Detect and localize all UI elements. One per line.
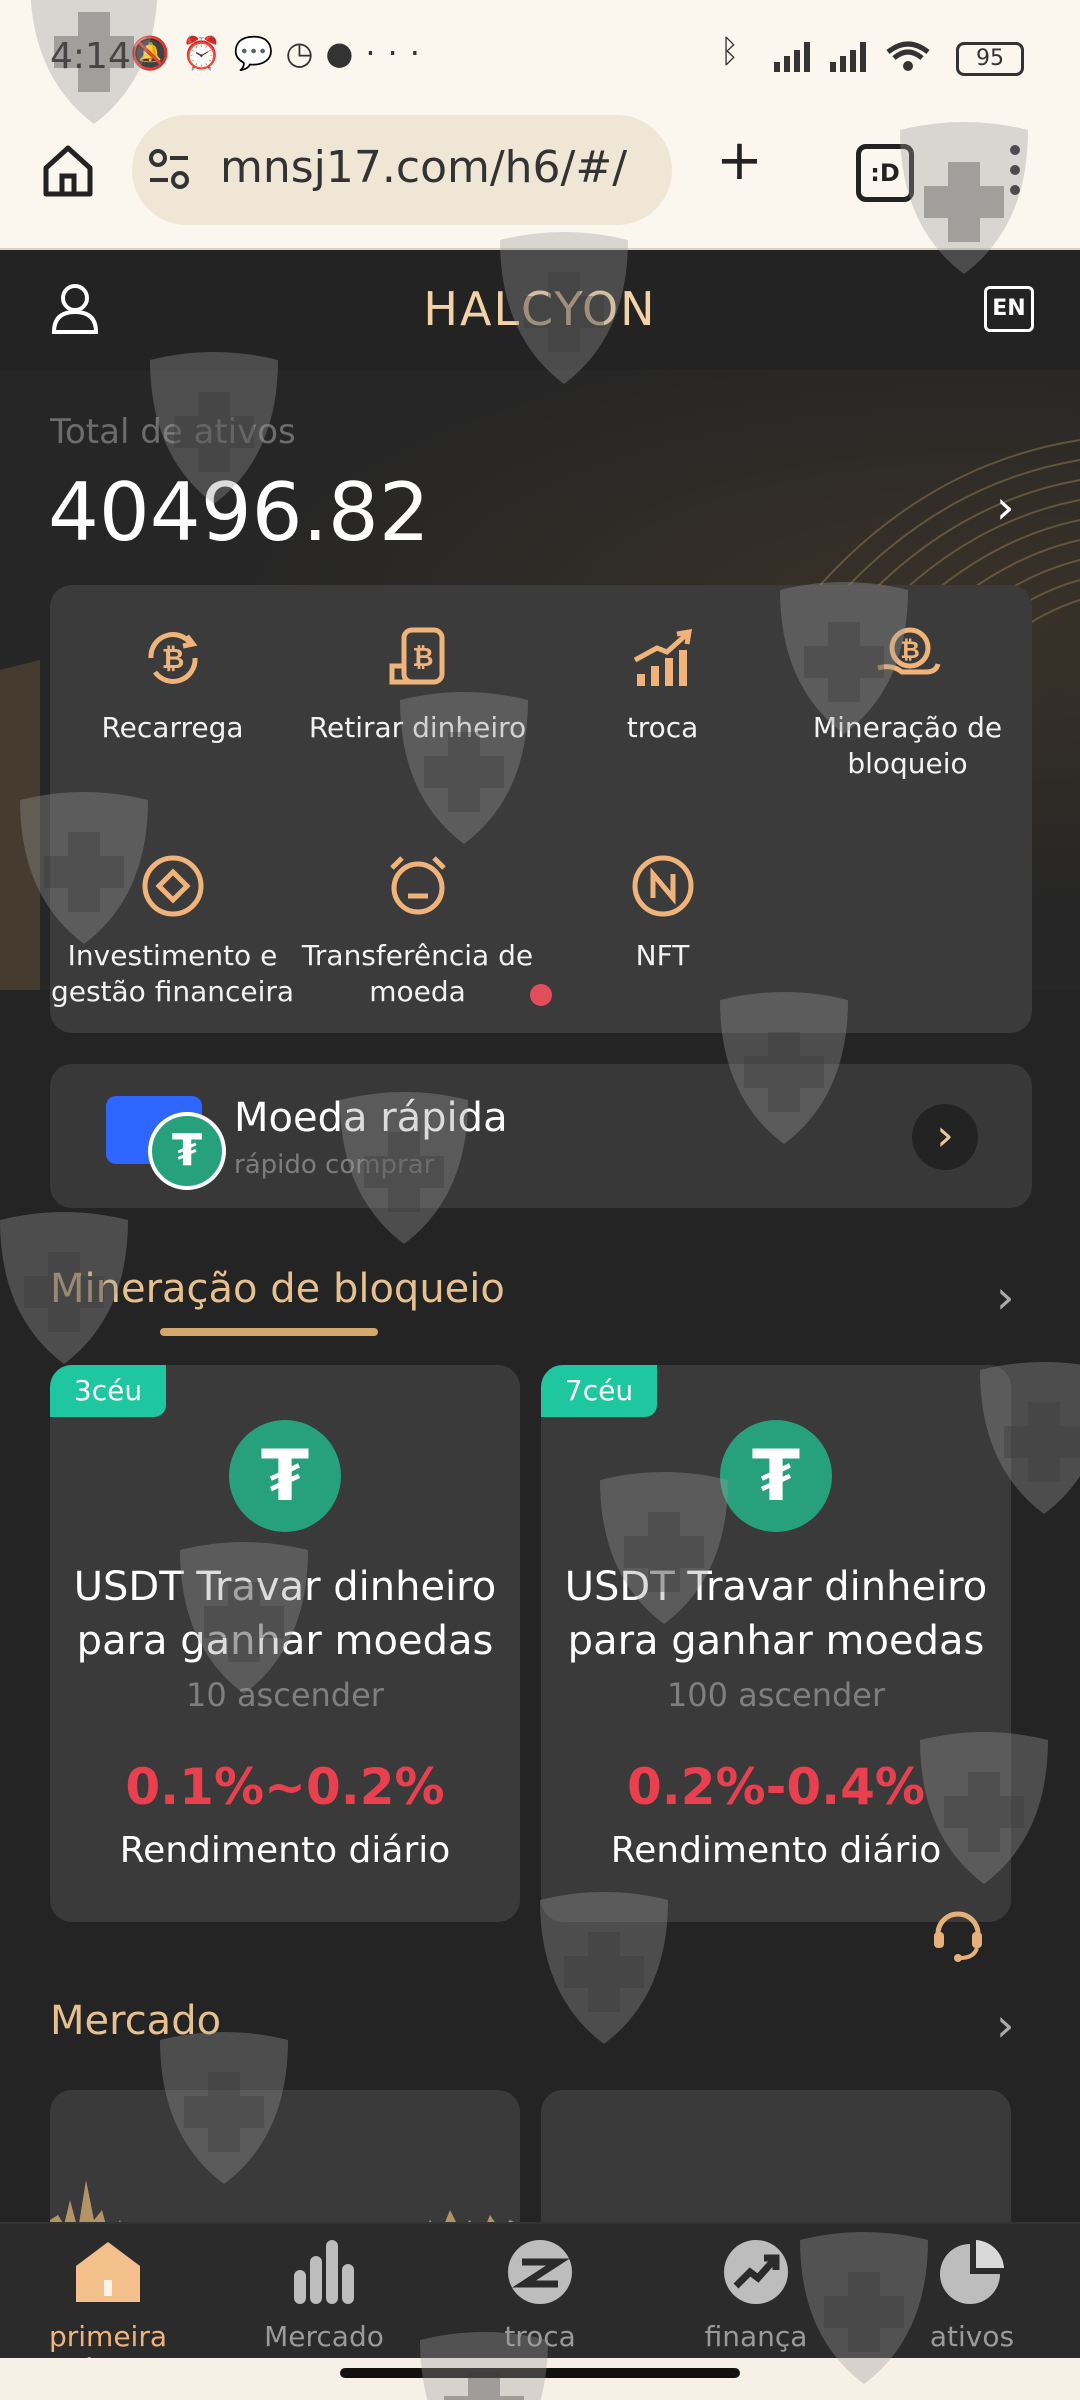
bar-chart-icon [294,2240,354,2304]
mining-card-level: 100 ascender [666,1676,886,1714]
section-underline [160,1328,378,1336]
nav-label: troca [504,2320,576,2353]
trend-chart-icon [633,628,692,686]
battery-indicator: 95 [956,42,1024,76]
nav-trade[interactable]: troca [432,2236,648,2353]
mining-card-tag: 7céu [541,1365,657,1417]
action-label: Mineração de bloqueio [812,711,1003,780]
action-transfer[interactable]: Transferência de moeda [295,850,540,1010]
total-assets-value: 40496.82 [48,466,430,559]
nav-finance[interactable]: finança [648,2236,864,2353]
tabs-button[interactable]: :D [856,144,914,202]
quick-buy-arrow-icon[interactable]: › [912,1104,978,1170]
nft-icon [632,855,693,917]
browser-menu-icon[interactable] [1000,142,1030,198]
pie-chart-icon [940,2240,1004,2304]
mining-card-name: USDT Travar dinheiro para ganhar moedas [564,1564,988,1664]
chat-icon: 💬 [233,34,286,72]
mining-card-daily-label: Rendimento diário [610,1830,942,1871]
tether-icon: ₮ [720,1420,832,1532]
bitcoin-withdraw-icon: ₿ [389,627,444,685]
status-time: 4:14 [50,36,131,77]
action-trade[interactable]: troca [540,622,785,746]
action-nft[interactable]: NFT [540,850,785,974]
action-withdraw[interactable]: ₿ Retirar dinheiro [295,622,540,746]
mining-card-name: USDT Travar dinheiro para ganhar moedas [73,1564,497,1664]
notification-dot [530,984,552,1006]
investment-icon [142,855,203,917]
action-recharge[interactable]: ₿ Recarrega [50,622,295,746]
clock-icon: ◷ [285,34,326,72]
svg-text:₿: ₿ [161,642,184,675]
notification-icons: 🔕⏰💬◷●··· [130,34,432,72]
action-label: NFT [635,939,690,972]
mining-card-rate: 0.2%-0.4% [626,1758,926,1816]
quick-buy-title: Moeda rápida [234,1095,508,1141]
mining-section-title[interactable]: Mineração de bloqueio [50,1266,505,1312]
market-section-title[interactable]: Mercado [50,1998,221,2044]
alarm-transfer-icon [389,856,446,915]
svg-text:₿: ₿ [900,636,920,664]
mining-card-rate: 0.1%~0.2% [125,1758,445,1816]
exchange-icon [508,2240,572,2304]
nav-label: ativos [929,2320,1015,2353]
site-settings-icon[interactable] [148,148,190,190]
nav-label: Mercado [264,2320,384,2353]
action-label: Transferência de moeda [301,939,534,1008]
tether-icon: ₮ [229,1420,341,1532]
new-tab-icon[interactable]: + [716,128,763,193]
mining-card-tag: 3céu [50,1365,166,1417]
total-assets-label: Total de ativos [50,412,296,452]
mining-card-level: 10 ascender [186,1676,384,1714]
nav-label: finança [704,2320,808,2353]
action-label: troca [626,711,699,744]
action-label: Recarrega [101,711,244,744]
assets-details-chevron-icon[interactable]: › [996,480,1014,534]
quick-buy-subtitle: rápido comprar [234,1150,435,1180]
market-more-chevron-icon[interactable]: › [996,1998,1014,2052]
bitcoin-hand-icon: ₿ [876,627,940,675]
customer-support-headset-icon[interactable] [930,1902,986,1962]
bitcoin-refresh-icon: ₿ [147,632,198,684]
home-browser-icon[interactable] [38,140,98,200]
mining-card-daily-label: Rendimento diário [119,1830,451,1871]
mute-icon: 🔕 [130,34,182,72]
tether-icon: ₮ [148,1112,226,1190]
action-label: Investimento e gestão financeira [50,939,295,1008]
language-switch[interactable]: EN [984,286,1034,332]
signal-wifi-icons [774,41,930,72]
action-investment[interactable]: Investimento e gestão financeira [50,850,295,1010]
action-lock-mining[interactable]: ₿ Mineração de bloqueio [785,622,1030,782]
gesture-area [0,2358,1080,2400]
url-text[interactable]: mnsj17.com/h6/#/ [220,142,627,193]
alarm-icon: ⏰ [181,34,234,72]
home-icon [76,2242,140,2302]
nav-assets[interactable]: ativos [864,2236,1080,2353]
more-notifications: ··· [365,34,432,72]
home-indicator[interactable] [340,2368,740,2378]
svg-text:₿: ₿ [412,643,433,673]
bluetooth-icon: ᛒ [720,32,740,70]
nav-market[interactable]: Mercado [216,2236,432,2353]
action-label: Retirar dinheiro [308,711,527,744]
finance-icon [724,2240,788,2304]
mining-more-chevron-icon[interactable]: › [996,1270,1014,1324]
app-title: HALCYON [423,282,657,336]
app-icon: ● [325,34,366,72]
